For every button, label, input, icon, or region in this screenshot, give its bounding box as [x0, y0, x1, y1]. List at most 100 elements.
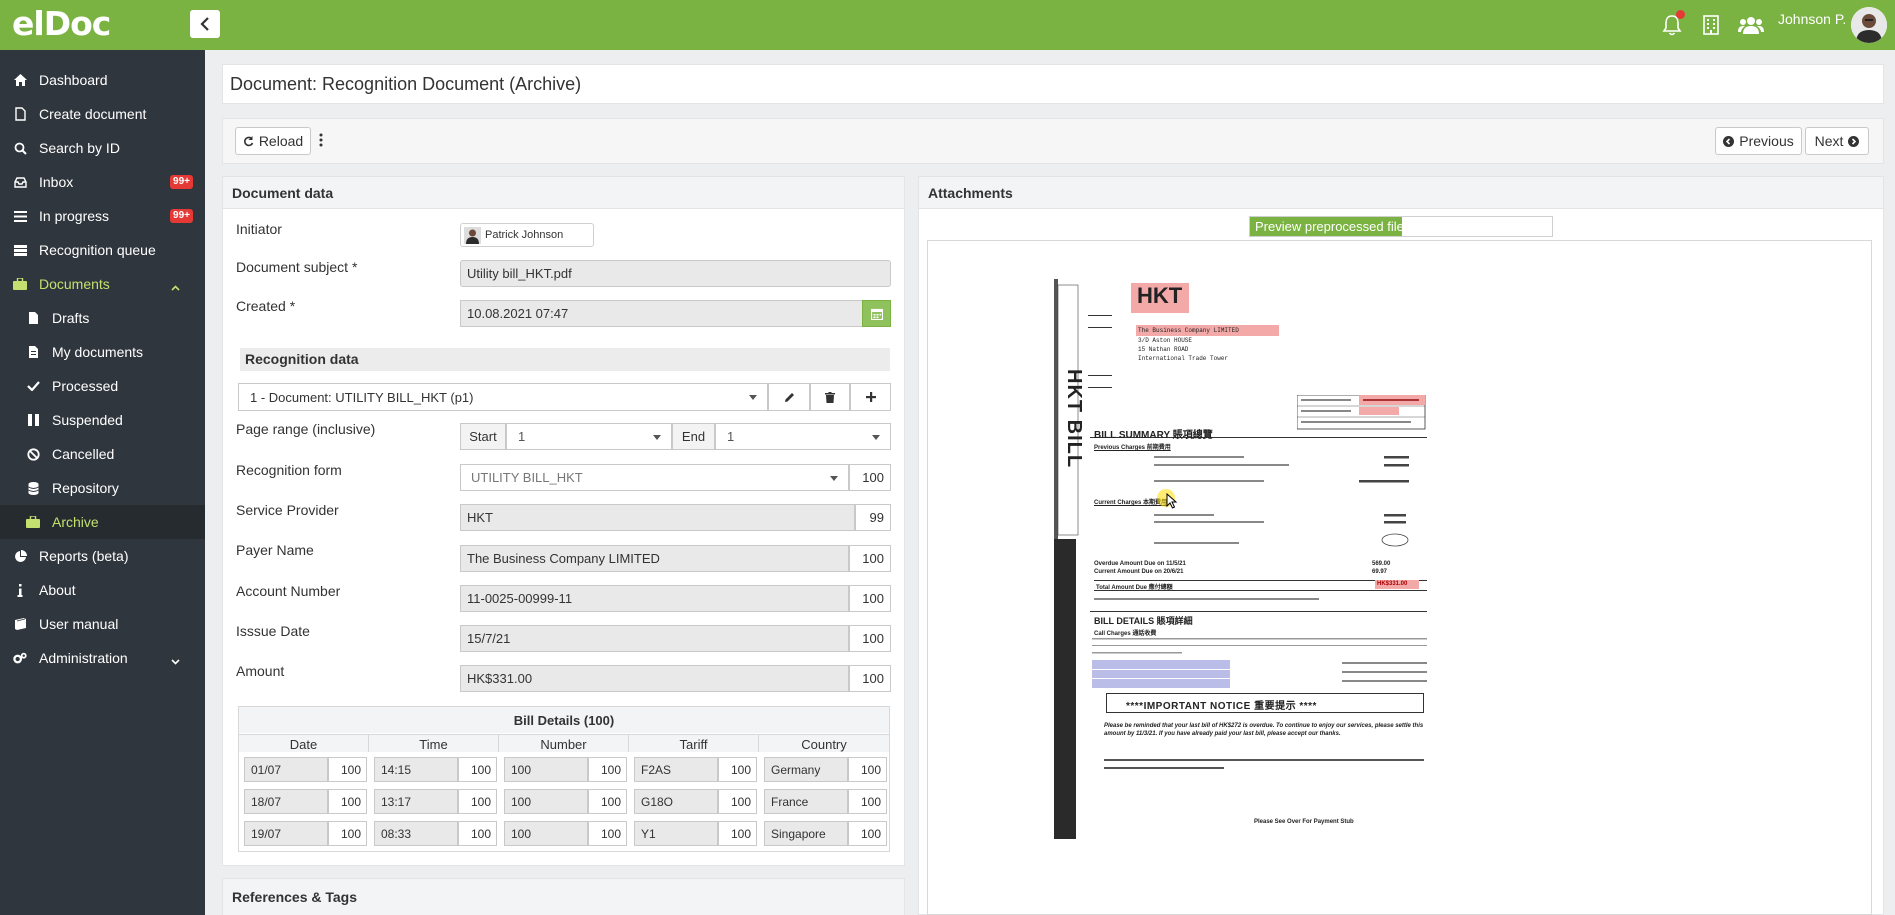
address-line: 15 Nathan ROAD: [1138, 346, 1189, 353]
vertical-dots-icon: [319, 133, 323, 147]
sidebar-item-label: About: [39, 582, 76, 598]
start-page-select[interactable]: 1: [506, 423, 672, 450]
cell-time[interactable]: 14:15: [374, 757, 458, 782]
cell-tariff[interactable]: Y1: [634, 821, 718, 846]
notifications-button[interactable]: [1659, 10, 1685, 38]
user-avatar[interactable]: [1851, 7, 1887, 43]
reload-label: Reload: [258, 133, 304, 149]
sidebar-item-inbox[interactable]: Inbox 99+: [0, 165, 205, 199]
sidebar-item-administration[interactable]: Administration: [0, 641, 205, 675]
text-line: [1094, 598, 1319, 600]
rule: [1088, 375, 1112, 376]
sidebar-item-in-progress[interactable]: In progress 99+: [0, 199, 205, 233]
amount-label: Amount: [236, 663, 285, 679]
sidebar-item-about[interactable]: About: [0, 573, 205, 607]
cell-date[interactable]: 18/07: [244, 789, 328, 814]
cell-confidence: 100: [458, 757, 497, 782]
recognition-form-confidence: 100: [849, 464, 891, 491]
cell-country[interactable]: Singapore: [764, 821, 848, 846]
draft-icon: [26, 311, 40, 325]
calendar-button[interactable]: [862, 300, 891, 327]
end-page-select[interactable]: 1: [715, 423, 891, 450]
cell-country[interactable]: Germany: [764, 757, 848, 782]
cell-confidence: 100: [458, 789, 497, 814]
references-tags-header[interactable]: References & Tags: [223, 879, 904, 915]
sidebar-item-archive[interactable]: Archive: [0, 505, 205, 539]
issue-date-field[interactable]: 15/7/21: [460, 625, 849, 652]
sidebar-item-cancelled[interactable]: Cancelled: [0, 437, 205, 471]
account-number-field[interactable]: 11-0025-00999-11: [460, 585, 849, 612]
document-preview[interactable]: HKT BILL HKT The Business Company LIMITE…: [927, 240, 1872, 915]
edit-recognition-button[interactable]: [768, 383, 810, 411]
subject-label: Document subject *: [236, 259, 358, 275]
user-avatar-small: [464, 226, 481, 244]
next-button[interactable]: Next: [1805, 127, 1869, 155]
organization-button[interactable]: [1698, 12, 1724, 38]
cell-confidence: 100: [588, 821, 627, 846]
cell-time[interactable]: 08:33: [374, 821, 458, 846]
initiator-chip[interactable]: Patrick Johnson: [460, 223, 594, 247]
recognition-form-select[interactable]: UTILITY BILL_HKT: [460, 464, 849, 491]
sidebar-item-drafts[interactable]: Drafts: [0, 301, 205, 335]
preview-toggle[interactable]: Preview preprocessed file: [1249, 216, 1553, 237]
footer-text: Please See Over For Payment Stub: [1254, 819, 1354, 825]
amount-field[interactable]: HK$331.00: [460, 665, 849, 692]
recognition-document-select[interactable]: 1 - Document: UTILITY BILL_HKT (p1): [238, 383, 768, 411]
sidebar-collapse-button[interactable]: [190, 10, 220, 38]
pie-chart-icon: [13, 549, 27, 563]
cell-number[interactable]: 100: [504, 821, 588, 846]
cell-number[interactable]: 100: [504, 757, 588, 782]
sidebar-item-label: Reports (beta): [39, 548, 129, 564]
sidebar-item-processed[interactable]: Processed: [0, 369, 205, 403]
caret-down-icon: [872, 435, 880, 440]
initiator-name: Patrick Johnson: [485, 229, 564, 241]
add-recognition-button[interactable]: [850, 383, 891, 411]
sidebar-item-search-by-id[interactable]: Search by ID: [0, 131, 205, 165]
payer-name-field[interactable]: The Business Company LIMITED: [460, 545, 849, 572]
previous-button[interactable]: Previous: [1715, 127, 1802, 155]
sidebar-item-my-documents[interactable]: My documents: [0, 335, 205, 369]
sidebar-item-user-manual[interactable]: User manual: [0, 607, 205, 641]
sidebar-item-dashboard[interactable]: Dashboard: [0, 63, 205, 97]
preview-preprocessed-button[interactable]: Preview preprocessed file: [1250, 217, 1404, 236]
previous-charges-heading: Previous Charges 前期費用: [1094, 445, 1171, 451]
reload-button[interactable]: Reload: [235, 127, 311, 155]
delete-recognition-button[interactable]: [810, 383, 850, 411]
cell-time[interactable]: 13:17: [374, 789, 458, 814]
end-page-value: 1: [727, 429, 735, 444]
cell-confidence: 100: [328, 821, 367, 846]
users-button[interactable]: [1738, 12, 1764, 38]
created-label: Created *: [236, 298, 296, 314]
account-number-label: Account Number: [236, 583, 341, 599]
sidebar-item-reports[interactable]: Reports (beta): [0, 539, 205, 573]
current-amount-value: 69.97: [1372, 569, 1388, 575]
sidebar-item-recognition-queue[interactable]: Recognition queue: [0, 233, 205, 267]
start-addon: Start: [460, 423, 506, 450]
sidebar-item-label: Archive: [52, 514, 99, 530]
recognition-form-value: UTILITY BILL_HKT: [471, 470, 583, 485]
page-title: Document: Recognition Document (Archive): [230, 74, 582, 94]
sidebar-item-label: Search by ID: [39, 140, 120, 156]
cell-number[interactable]: 100: [504, 789, 588, 814]
subject-field[interactable]: Utility bill_HKT.pdf: [460, 260, 891, 287]
service-provider-field[interactable]: HKT: [460, 504, 855, 531]
created-field[interactable]: 10.08.2021 07:47: [460, 300, 863, 327]
cell-country[interactable]: France: [764, 789, 848, 814]
cell-date[interactable]: 01/07: [244, 757, 328, 782]
app-logo[interactable]: elDoc: [12, 4, 111, 43]
cell-tariff[interactable]: F2AS: [634, 757, 718, 782]
sidebar-item-create-document[interactable]: Create document: [0, 97, 205, 131]
sidebar-item-documents[interactable]: Documents: [0, 267, 205, 301]
bill-image: HKT BILL HKT The Business Company LIMITE…: [1054, 279, 1429, 839]
total-amount-value: HK$331.00: [1377, 581, 1408, 587]
rule: [1088, 315, 1112, 316]
cell-tariff[interactable]: G18O: [634, 789, 718, 814]
cell-date[interactable]: 19/07: [244, 821, 328, 846]
sidebar-item-suspended[interactable]: Suspended: [0, 403, 205, 437]
document-data-header: Document data: [223, 177, 904, 209]
payer-name-confidence: 100: [849, 545, 891, 572]
sidebar-item-repository[interactable]: Repository: [0, 471, 205, 505]
initiator-label: Initiator: [236, 221, 282, 237]
more-options-button[interactable]: [319, 133, 323, 147]
user-name[interactable]: Johnson P.: [1778, 11, 1846, 27]
